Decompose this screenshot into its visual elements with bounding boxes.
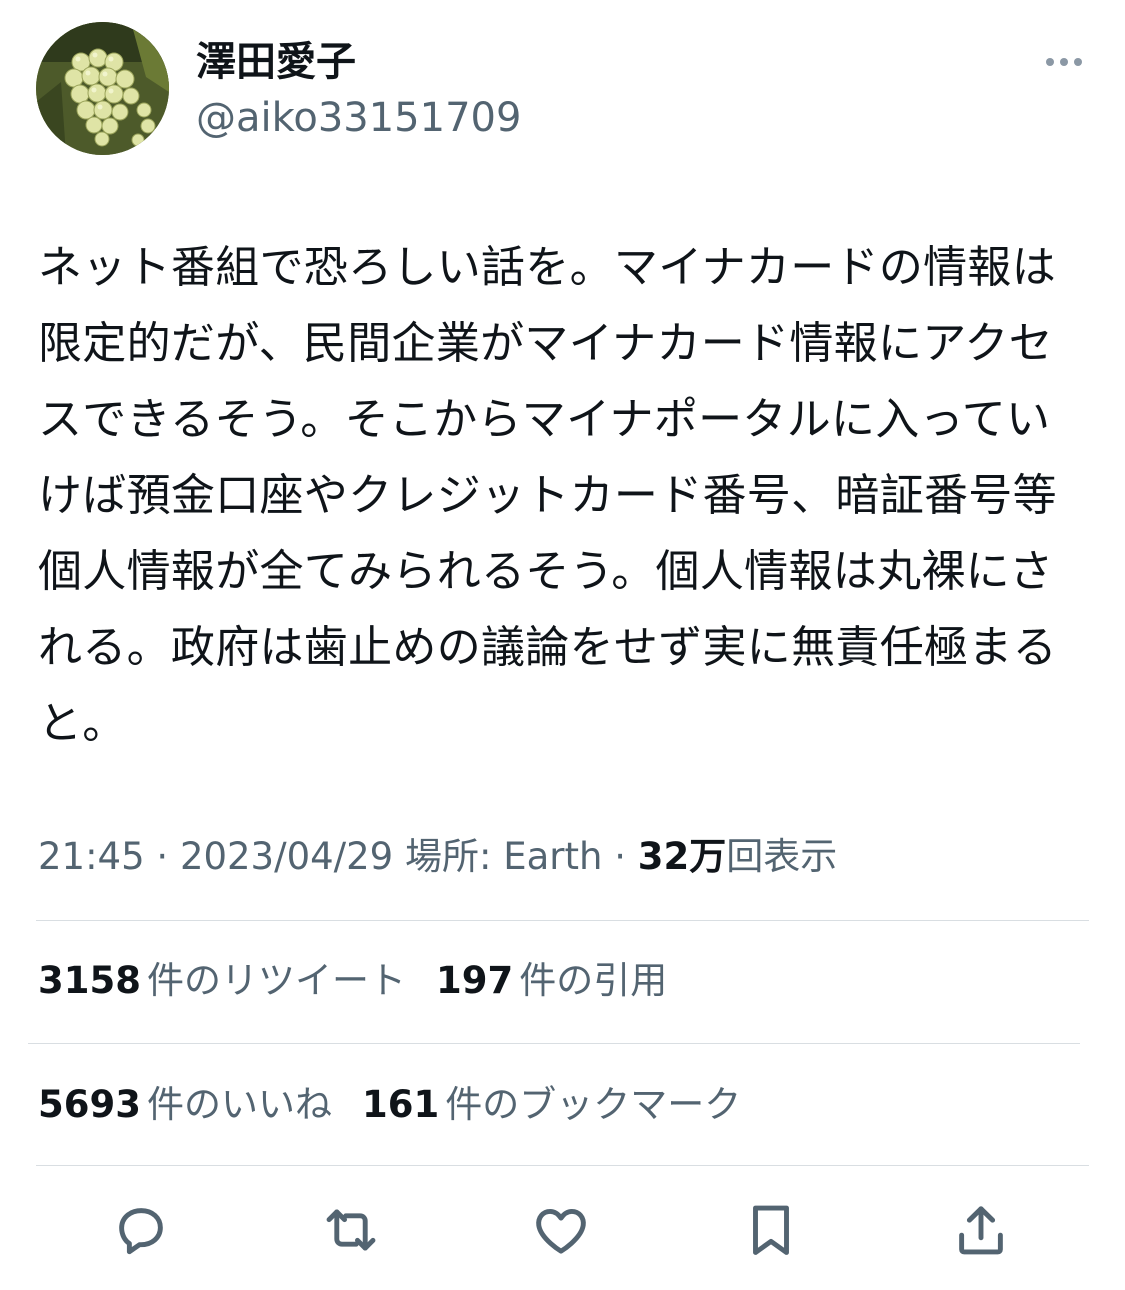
retweet-icon[interactable]: [316, 1195, 386, 1265]
author-handle[interactable]: @aiko33151709: [196, 94, 521, 142]
more-dot: [1074, 58, 1082, 66]
quotes-count: 197: [435, 959, 514, 1002]
more-horizontal-icon[interactable]: [1036, 46, 1092, 78]
retweets-stat[interactable]: 3158 件のリツイート: [38, 959, 406, 1002]
grapes-photo-avatar: [36, 22, 169, 155]
author-display-name[interactable]: 澤田愛子: [196, 38, 356, 86]
bookmarks-stat[interactable]: 161 件のブックマーク: [362, 1083, 741, 1126]
tweet-text: ネット番組で恐ろしい話を。マイナカードの情報は限定的だが、民間企業がマイナカード…: [38, 242, 1057, 749]
meta-separator: ·: [614, 835, 626, 878]
divider: [36, 1165, 1089, 1166]
quotes-stat[interactable]: 197 件の引用: [436, 959, 667, 1002]
tweet-location: 場所: Earth: [404, 835, 603, 878]
share-icon[interactable]: [946, 1195, 1016, 1265]
more-dot: [1046, 58, 1054, 66]
bookmarks-count: 161: [361, 1083, 440, 1126]
views-label[interactable]: 回表示: [726, 835, 837, 878]
retweets-count: 3158: [38, 959, 141, 1002]
reply-icon[interactable]: [106, 1195, 176, 1265]
retweets-label: 件のリツイート: [146, 959, 406, 1002]
likes-label: 件のいいね: [146, 1083, 332, 1126]
bookmarks-label: 件のブックマーク: [445, 1083, 742, 1126]
likes-count: 5693: [38, 1083, 141, 1126]
stats-row-reposts: 3158 件のリツイート 197 件の引用: [38, 956, 667, 1006]
divider: [36, 920, 1089, 921]
tweet-time[interactable]: 21:45: [38, 835, 145, 878]
avatar[interactable]: [36, 22, 169, 155]
likes-stat[interactable]: 5693 件のいいね: [38, 1083, 332, 1126]
stats-row-likes: 5693 件のいいね 161 件のブックマーク: [38, 1080, 741, 1130]
action-bar: [0, 1195, 1125, 1265]
bookmark-icon[interactable]: [736, 1195, 806, 1265]
views-count[interactable]: 32万: [638, 835, 727, 878]
more-dot: [1060, 58, 1068, 66]
tweet-date[interactable]: 2023/04/29: [180, 835, 393, 878]
tweet-meta: 21:45 · 2023/04/29 場所: Earth · 32万回表示: [38, 832, 837, 882]
quotes-label: 件の引用: [519, 959, 668, 1002]
meta-separator: ·: [156, 835, 169, 878]
divider: [28, 1043, 1080, 1044]
like-icon[interactable]: [526, 1195, 596, 1265]
